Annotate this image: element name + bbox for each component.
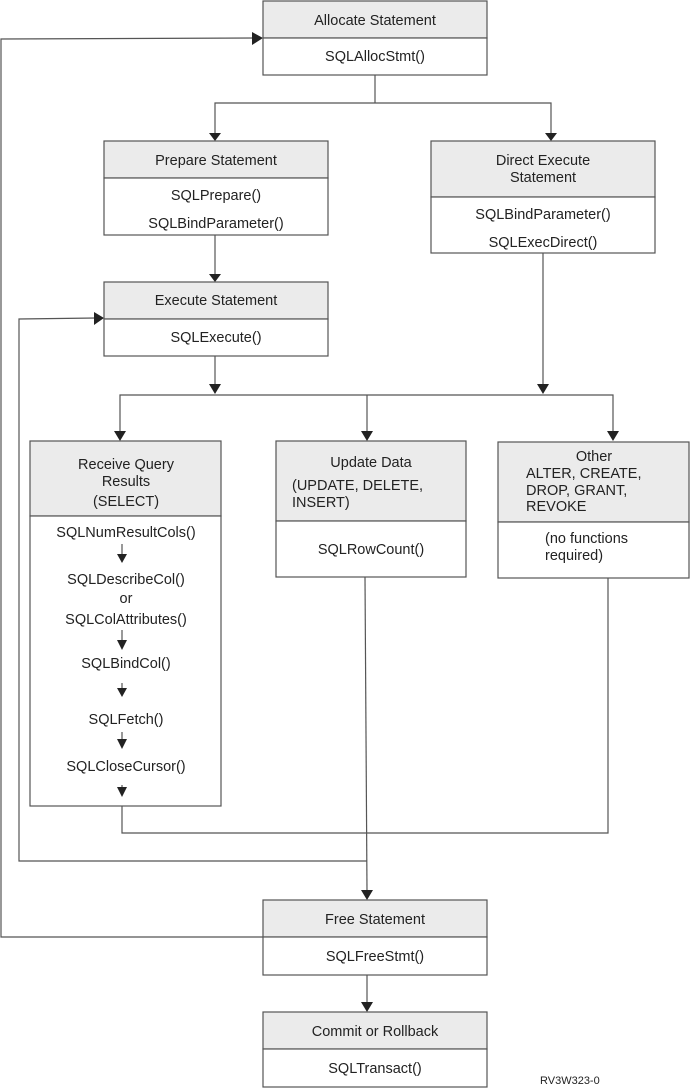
box-title: Receive Query (78, 457, 175, 473)
box-title: Other (576, 449, 612, 465)
function-name: SQLFetch() (89, 712, 164, 728)
commit-rollback-box: Commit or Rollback SQLTransact() (262, 1011, 488, 1088)
function-name: SQLBindCol() (81, 656, 170, 672)
box-title: (UPDATE, DELETE, (292, 478, 423, 494)
execute-statement-box: Execute Statement SQLExecute() (103, 281, 329, 357)
function-name: SQLPrepare() (171, 188, 261, 204)
box-title: DROP, GRANT, (526, 483, 627, 499)
arrow-down-icon (537, 384, 549, 394)
arrow-down-icon (209, 384, 221, 394)
box-title: Prepare Statement (155, 153, 277, 169)
arrow-down-icon (209, 133, 221, 141)
box-title: Direct Execute (496, 153, 590, 169)
arrow-down-icon (114, 431, 126, 441)
box-title: ALTER, CREATE, (526, 466, 641, 482)
box-title: REVOKE (526, 499, 587, 515)
arrow-down-icon (209, 274, 221, 282)
connector (364, 576, 368, 893)
allocate-statement-box: Allocate Statement SQLAllocStmt() (262, 0, 488, 76)
note: required) (545, 548, 603, 564)
prepare-statement-box: Prepare Statement SQLPrepare() SQLBindPa… (103, 140, 329, 236)
function-name: SQLExecute() (170, 330, 261, 346)
arrow-down-icon (361, 890, 373, 900)
function-name: SQLAllocStmt() (325, 49, 425, 65)
box-title: INSERT) (292, 495, 350, 511)
function-name: SQLBindParameter() (148, 216, 283, 232)
update-data-box: Update Data (UPDATE, DELETE, INSERT) SQL… (275, 440, 467, 578)
odbc-flow-diagram: Allocate Statement SQLAllocStmt() Prepar… (0, 0, 690, 1088)
free-statement-box: Free Statement SQLFreeStmt() (262, 899, 488, 976)
other-statements-box: Other ALTER, CREATE, DROP, GRANT, REVOKE… (497, 441, 690, 579)
box-title: Free Statement (325, 912, 425, 928)
arrow-down-icon (545, 133, 557, 141)
box-title: Update Data (330, 455, 412, 471)
box-title: Commit or Rollback (312, 1024, 439, 1040)
box-title: Statement (510, 170, 576, 186)
arrow-right-icon (94, 312, 104, 325)
function-name: SQLDescribeCol() (67, 572, 185, 588)
or-label: or (120, 591, 133, 607)
function-name: SQLFreeStmt() (326, 949, 424, 965)
function-name: SQLBindParameter() (475, 207, 610, 223)
arrow-down-icon (607, 431, 619, 441)
box-title: Allocate Statement (314, 13, 436, 29)
arrow-down-icon (361, 1002, 373, 1012)
direct-execute-box: Direct Execute Statement SQLBindParamete… (430, 140, 656, 254)
function-name: SQLRowCount() (318, 542, 424, 558)
box-title: (SELECT) (93, 494, 159, 510)
arrow-right-icon (252, 32, 263, 45)
function-name: SQLNumResultCols() (56, 525, 195, 541)
receive-query-results-box: Receive Query Results (SELECT) SQLNumRes… (29, 440, 222, 807)
function-name: SQLTransact() (328, 1061, 421, 1077)
function-name: SQLColAttributes() (65, 612, 187, 628)
function-name: SQLExecDirect() (489, 235, 598, 251)
function-name: SQLCloseCursor() (66, 759, 185, 775)
note: (no functions (545, 531, 628, 547)
connector (214, 102, 552, 133)
figure-id: RV3W323-0 (540, 1075, 600, 1087)
arrow-down-icon (361, 431, 373, 441)
box-title: Execute Statement (155, 293, 278, 309)
box-title: Results (102, 474, 150, 490)
